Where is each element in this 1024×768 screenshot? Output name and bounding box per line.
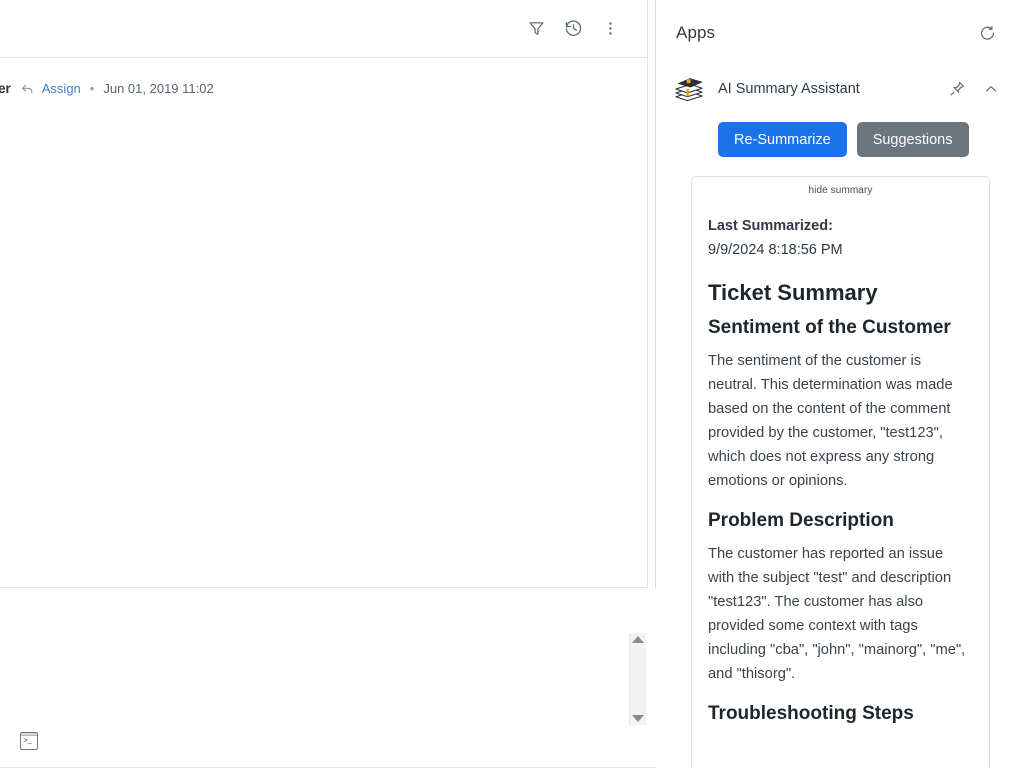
ticket-timestamp: Jun 01, 2019 11:02 — [103, 81, 213, 96]
author-name: er — [0, 81, 11, 96]
apps-panel: Apps — [656, 0, 1024, 768]
section-heading-ticket-summary: Ticket Summary — [708, 278, 973, 308]
section-heading-troubleshooting-steps: Troubleshooting Steps — [708, 700, 973, 727]
last-summarized-value: 9/9/2024 8:18:56 PM — [708, 238, 973, 262]
history-icon[interactable] — [558, 14, 588, 44]
ticket-toolbar — [0, 0, 648, 58]
scroll-down-arrow-icon[interactable] — [632, 715, 644, 722]
chevron-up-icon[interactable] — [978, 76, 1004, 102]
section-heading-problem-description: Problem Description — [708, 507, 973, 534]
console-icon[interactable]: >_ — [20, 732, 38, 750]
app-row-ai-summary-assistant[interactable]: AI Summary Assistant — [656, 66, 1024, 112]
refresh-icon[interactable] — [974, 20, 1000, 46]
section-heading-sentiment: Sentiment of the Customer — [708, 314, 973, 341]
apps-panel-header: Apps — [656, 0, 1024, 66]
ticket-body-area — [0, 118, 648, 588]
console-prompt-glyph: >_ — [21, 736, 37, 748]
pin-icon[interactable] — [944, 76, 970, 102]
last-summarized-label: Last Summarized: — [708, 214, 973, 238]
books-stack-icon — [672, 74, 706, 104]
composer-scrollbar[interactable] — [629, 633, 646, 725]
hide-summary-toggle[interactable]: hide summary — [708, 185, 973, 196]
more-vertical-icon[interactable] — [595, 14, 625, 44]
re-summarize-button[interactable]: Re-Summarize — [718, 122, 847, 157]
section-body-sentiment: The sentiment of the customer is neutral… — [708, 349, 973, 493]
summary-card: hide summary Last Summarized: 9/9/2024 8… — [691, 176, 990, 768]
app-action-buttons: Re-Summarize Suggestions — [656, 112, 1024, 157]
section-body-problem-description: The customer has reported an issue with … — [708, 542, 973, 686]
suggestions-button[interactable]: Suggestions — [857, 122, 969, 157]
filter-icon[interactable] — [521, 14, 551, 44]
composer-area[interactable]: >_ — [0, 589, 656, 768]
app-root: er Assign • Jun 01, 2019 11:02 >_ — [0, 0, 1024, 768]
meta-separator: • — [90, 81, 95, 96]
scroll-up-arrow-icon[interactable] — [632, 636, 644, 643]
assign-link[interactable]: Assign — [42, 81, 81, 96]
ticket-meta-row: er Assign • Jun 01, 2019 11:02 — [0, 58, 648, 118]
apps-panel-title: Apps — [676, 23, 715, 43]
ticket-pane: er Assign • Jun 01, 2019 11:02 >_ — [0, 0, 656, 768]
reply-arrow-icon[interactable] — [20, 81, 35, 96]
app-name-label: AI Summary Assistant — [718, 81, 936, 97]
